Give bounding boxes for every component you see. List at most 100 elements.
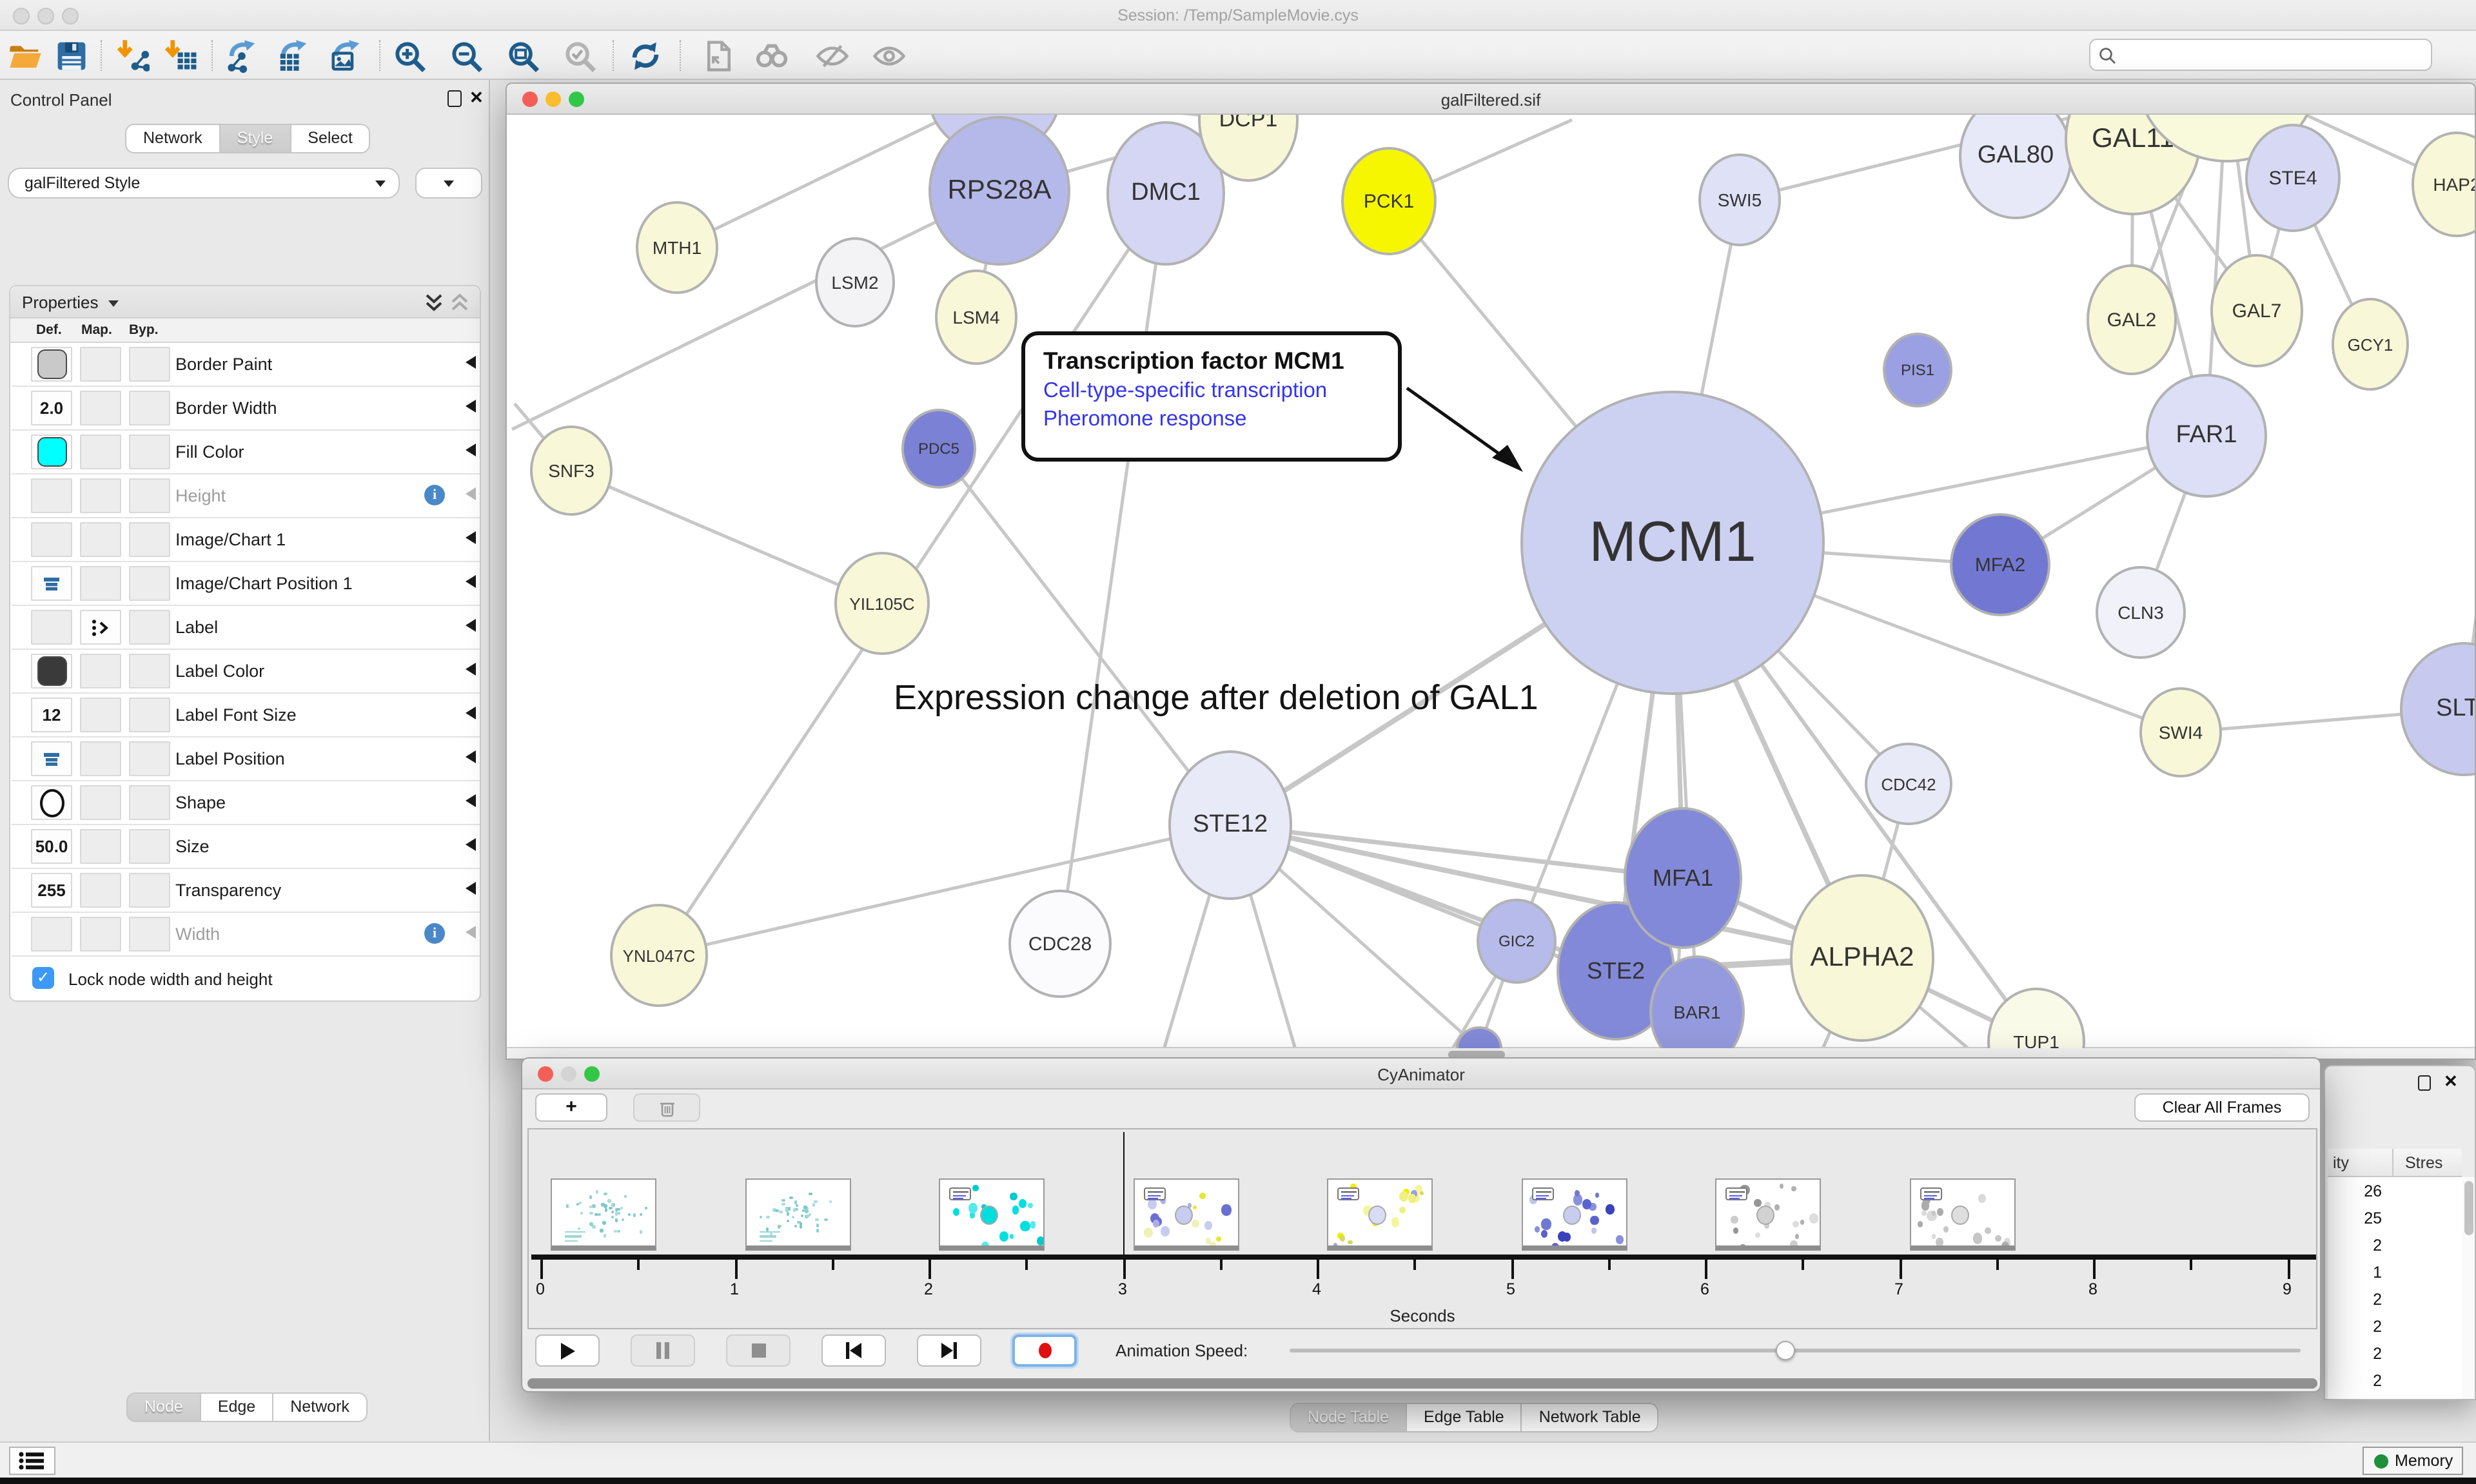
property-row-height[interactable]: Heighti xyxy=(12,474,480,518)
cyanimator-titlebar[interactable]: CyAnimator xyxy=(522,1059,2320,1089)
delete-frame-button[interactable] xyxy=(633,1093,700,1122)
table-cell[interactable]: 26 xyxy=(2330,1182,2382,1200)
clear-all-frames-button[interactable]: Clear All Frames xyxy=(2134,1093,2310,1122)
skip-start-button[interactable] xyxy=(821,1334,886,1367)
tab-style[interactable]: Style xyxy=(221,124,291,153)
property-row-image-chart-1[interactable]: Image/Chart 1 xyxy=(12,518,480,562)
property-row-border-width[interactable]: 2.0Border Width xyxy=(12,387,480,431)
map-cell[interactable] xyxy=(80,391,121,425)
tab-select[interactable]: Select xyxy=(291,124,371,153)
property-row-image-chart-position-1[interactable]: Image/Chart Position 1 xyxy=(12,562,480,606)
animation-speed-slider[interactable] xyxy=(1290,1349,2301,1352)
expand-left-icon[interactable] xyxy=(466,663,476,676)
lock-checkbox[interactable]: ✓ xyxy=(32,967,54,989)
table-tab-node-table[interactable]: Node Table xyxy=(1290,1403,1407,1432)
frame-thumbnail-5[interactable] xyxy=(1521,1178,1627,1251)
panel-tab-edge[interactable]: Edge xyxy=(201,1392,273,1422)
expand-left-icon[interactable] xyxy=(466,444,476,456)
table-tab-network-table[interactable]: Network Table xyxy=(1522,1403,1659,1432)
byp-cell[interactable] xyxy=(129,917,170,952)
byp-cell[interactable] xyxy=(129,347,170,382)
byp-cell[interactable] xyxy=(129,698,170,732)
add-frame-button[interactable]: + xyxy=(535,1093,607,1122)
byp-cell[interactable] xyxy=(129,434,170,469)
map-cell[interactable] xyxy=(80,785,121,820)
expand-all-icon[interactable] xyxy=(424,293,444,313)
info-icon[interactable]: i xyxy=(424,923,445,944)
def-cell[interactable] xyxy=(31,566,72,601)
skip-end-button[interactable] xyxy=(917,1334,981,1367)
frame-thumbnail-7[interactable] xyxy=(1909,1178,2015,1251)
task-history-button[interactable] xyxy=(9,1447,55,1475)
table-cell[interactable]: 25 xyxy=(2330,1209,2382,1227)
def-cell[interactable] xyxy=(31,610,72,645)
first-neighbors-icon[interactable] xyxy=(754,39,789,73)
expand-left-icon[interactable] xyxy=(466,356,476,369)
slider-knob[interactable] xyxy=(1776,1340,1795,1360)
float-panel-icon[interactable] xyxy=(447,90,462,107)
export-image-icon[interactable] xyxy=(329,39,364,73)
property-row-shape[interactable]: Shape xyxy=(12,781,480,825)
map-cell[interactable] xyxy=(80,654,121,688)
stop-button[interactable] xyxy=(726,1334,791,1367)
table-cell[interactable]: 2 xyxy=(2330,1236,2382,1255)
def-cell[interactable]: 50.0 xyxy=(31,829,72,864)
export-table-icon[interactable] xyxy=(276,39,311,73)
property-row-transparency[interactable]: 255Transparency xyxy=(12,869,480,913)
network-canvas[interactable]: RPS28BRPS28ADMC1DCP1PCK1MTH1LSM2LSM4SWI5… xyxy=(507,115,2475,1048)
import-table-icon[interactable] xyxy=(162,39,197,73)
frame-thumbnail-0[interactable] xyxy=(551,1178,656,1251)
zoom-fit-icon[interactable] xyxy=(506,39,540,73)
def-cell[interactable] xyxy=(31,434,72,469)
table-tab-edge-table[interactable]: Edge Table xyxy=(1407,1403,1522,1432)
pause-button[interactable] xyxy=(631,1334,695,1367)
map-cell[interactable] xyxy=(80,873,121,908)
expand-left-icon[interactable] xyxy=(466,926,476,939)
panel-tab-network[interactable]: Network xyxy=(273,1392,368,1422)
search-field[interactable] xyxy=(2089,39,2432,71)
refresh-icon[interactable] xyxy=(628,39,663,73)
expand-left-icon[interactable] xyxy=(466,750,476,763)
zoom-selected-icon[interactable] xyxy=(562,39,597,73)
byp-cell[interactable] xyxy=(129,741,170,776)
map-cell[interactable] xyxy=(80,478,121,513)
def-cell[interactable]: 255 xyxy=(31,873,72,908)
close-panel-icon[interactable]: ✕ xyxy=(2444,1071,2458,1092)
expand-left-icon[interactable] xyxy=(466,838,476,851)
frame-thumbnail-4[interactable] xyxy=(1327,1178,1433,1251)
search-input[interactable] xyxy=(2124,41,2423,68)
def-cell[interactable] xyxy=(31,347,72,382)
open-folder-icon[interactable] xyxy=(8,39,43,73)
table-column-headers[interactable]: ity Stres xyxy=(2328,1149,2462,1177)
byp-cell[interactable] xyxy=(129,391,170,425)
map-cell[interactable] xyxy=(80,829,121,864)
table-vscrollbar[interactable] xyxy=(2462,1177,2475,1399)
property-row-label-color[interactable]: Label Color xyxy=(12,650,480,694)
snapshot-icon[interactable] xyxy=(702,39,736,73)
zoom-out-icon[interactable] xyxy=(449,39,484,73)
style-options-button[interactable] xyxy=(415,168,482,199)
tab-network[interactable]: Network xyxy=(125,124,221,153)
expand-left-icon[interactable] xyxy=(466,487,476,500)
property-row-label[interactable]: Label xyxy=(12,606,480,650)
def-cell[interactable]: 12 xyxy=(31,698,72,732)
byp-cell[interactable] xyxy=(129,829,170,864)
map-cell[interactable] xyxy=(80,434,121,469)
property-row-width[interactable]: Widthi xyxy=(12,913,480,957)
memory-button[interactable]: Memory xyxy=(2363,1447,2463,1475)
property-row-label-font-size[interactable]: 12Label Font Size xyxy=(12,694,480,737)
table-cell[interactable]: 2 xyxy=(2330,1318,2382,1336)
property-row-border-paint[interactable]: Border Paint xyxy=(12,343,480,387)
panel-tab-node[interactable]: Node xyxy=(126,1392,201,1422)
close-panel-icon[interactable]: ✕ xyxy=(469,88,484,108)
network-window-titlebar[interactable]: galFiltered.sif xyxy=(507,84,2475,115)
map-cell[interactable] xyxy=(80,917,121,952)
map-cell[interactable] xyxy=(80,610,121,645)
table-cell[interactable]: 1 xyxy=(2330,1264,2382,1282)
property-row-fill-color[interactable]: Fill Color xyxy=(12,431,480,474)
map-cell[interactable] xyxy=(80,566,121,601)
map-cell[interactable] xyxy=(80,522,121,557)
def-cell[interactable] xyxy=(31,654,72,688)
frame-thumbnail-1[interactable] xyxy=(745,1178,850,1251)
map-cell[interactable] xyxy=(80,741,121,776)
